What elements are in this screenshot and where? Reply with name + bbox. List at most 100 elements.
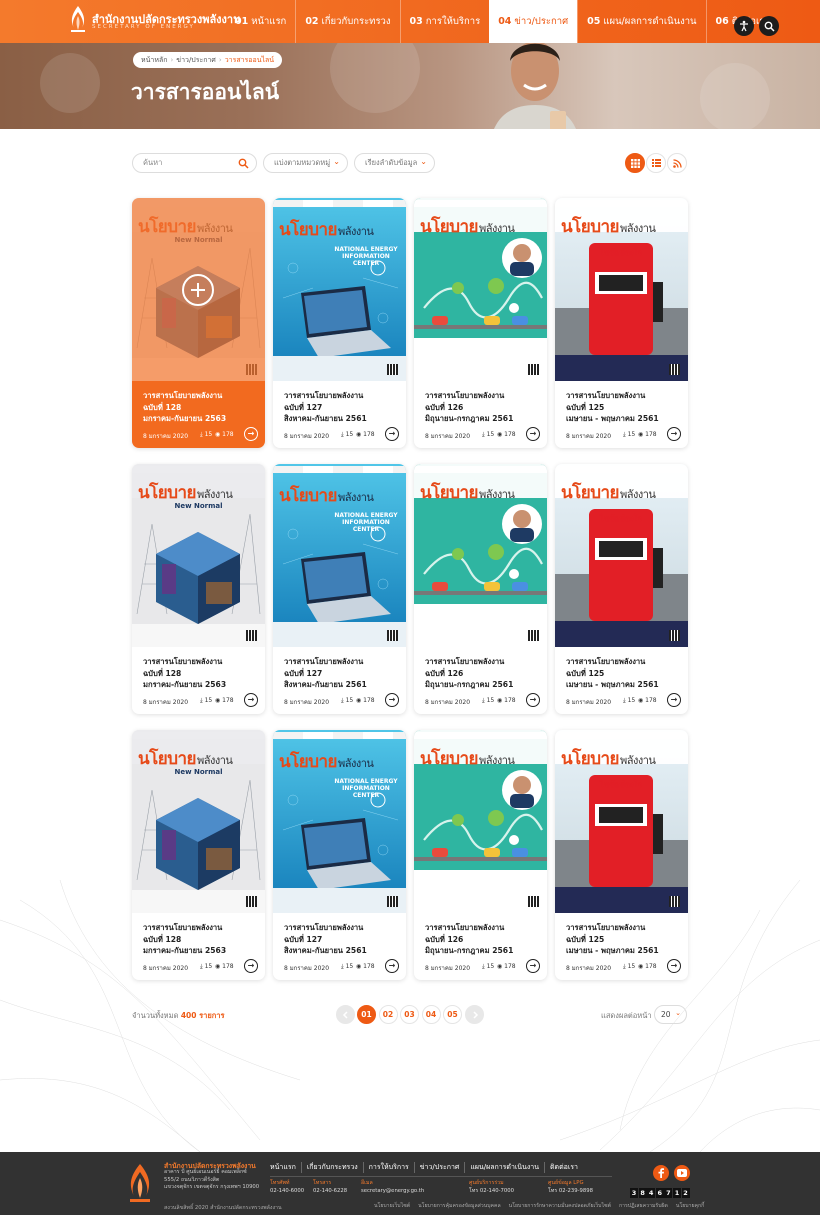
eye-icon: ◉ (638, 963, 644, 970)
cover-masthead: นโยบายพลังงาน (420, 745, 515, 772)
sort-select[interactable]: เรียงลำดับข้อมูล ⌄ (354, 153, 435, 173)
breadcrumb-news[interactable]: ข่าว/ประกาศ (176, 55, 216, 66)
journal-card[interactable]: นโยบายพลังงาน ไขข้อข้องใจ วารสารนโยบายพลัง… (555, 464, 688, 714)
footer-nav-item[interactable]: หน้าแรก (270, 1162, 301, 1173)
journal-title-line2: ฉบับที่ 125 (566, 668, 605, 678)
nav-item-1[interactable]: 01 หน้าแรก (226, 0, 295, 43)
contact-value[interactable]: secretary@energy.go.th (361, 1187, 424, 1195)
accessibility-icon[interactable] (734, 16, 754, 36)
journal-cover[interactable]: นโยบายพลังงาน ไขข้อข้องใจ (555, 730, 688, 913)
journal-card[interactable]: นโยบายพลังงาน NATIONAL ENERGY INFORMATION… (273, 464, 406, 714)
journal-card[interactable]: นโยบายพลังงาน ไขข้อข้องใจ วารสารนโยบายพลัง… (555, 198, 688, 448)
nav-item-4[interactable]: 04 ข่าว/ประกาศ (489, 0, 578, 43)
search-icon[interactable] (759, 16, 779, 36)
footer-policy-link[interactable]: นโยบายเว็บไซต์ (374, 1203, 410, 1209)
prev-page-button[interactable] (336, 1005, 355, 1024)
search-icon[interactable] (238, 158, 249, 169)
ministry-logo-icon[interactable] (66, 4, 90, 34)
journal-cover[interactable]: นโยบายพลังงาน ไขข้อข้องใจ (555, 464, 688, 647)
journal-info: วารสารนโยบายพลังงาน ฉบับที่ 128 มกราคม-กัน… (132, 381, 265, 448)
arrow-right-icon[interactable]: → (526, 427, 540, 441)
download-count: ⤓ 15 (482, 431, 494, 439)
arrow-left-icon (342, 1010, 348, 1019)
journal-cover[interactable]: นโยบายพลังงาน ไขข้อข้องใจ (555, 198, 688, 381)
footer-nav-item[interactable]: แผน/ผลการดำเนินงาน (464, 1162, 544, 1173)
journal-info: วารสารนโยบายพลังงาน ฉบับที่ 125 เมษายน - พ… (555, 381, 688, 448)
footer-policy-link[interactable]: การปฏิเสธความรับผิด (619, 1203, 668, 1209)
youtube-icon[interactable] (674, 1165, 690, 1181)
download-count-value: 15 (204, 697, 213, 704)
journal-title-line3: มิถุนายน-กรกฎาคม 2561 (425, 414, 514, 423)
arrow-right-icon[interactable]: → (667, 959, 681, 973)
page-button[interactable]: 03 (400, 1005, 419, 1024)
journal-cover[interactable]: นโยบายพลังงาน NATIONAL ENERGY INFORMATION… (273, 464, 406, 647)
page-button[interactable]: 04 (421, 1005, 441, 1024)
search-placeholder: ค้นหา (143, 158, 163, 167)
journal-card[interactable]: นโยบายพลังงาน วารสารนโยบายพลังงาน ฉบับที่ … (414, 464, 547, 714)
arrow-right-icon[interactable]: → (667, 427, 681, 441)
arrow-right-icon[interactable]: → (667, 693, 681, 707)
journal-card[interactable]: นโยบายพลังงาน วารสารนโยบายพลังงาน ฉบับที่ … (414, 198, 547, 448)
nav-item-3[interactable]: 03 การให้บริการ (399, 0, 490, 43)
journal-cover[interactable]: นโยบายพลังงานNew Normal (132, 730, 265, 913)
arrow-right-icon[interactable]: → (385, 693, 399, 707)
footer-nav-item[interactable]: ข่าว/ประกาศ (413, 1162, 465, 1173)
journal-cover[interactable]: นโยบายพลังงาน NATIONAL ENERGY INFORMATION… (273, 198, 406, 381)
arrow-right-icon[interactable]: → (385, 427, 399, 441)
journal-cover[interactable]: นโยบายพลังงาน NATIONAL ENERGY INFORMATION… (273, 730, 406, 913)
journal-card[interactable]: นโยบายพลังงานNew Normalวารสารนโยบายพลังง… (132, 730, 265, 980)
eye-icon: ◉ (215, 963, 221, 970)
footer-nav-item[interactable]: ติดต่อเรา (544, 1162, 583, 1173)
cover-tagline: ไขข้อข้องใจ (599, 780, 643, 789)
category-select[interactable]: แบ่งตามหมวดหมู่ ⌄ (263, 153, 348, 173)
page-button[interactable]: 01 (357, 1005, 376, 1024)
chevron-down-icon: ⌄ (333, 157, 340, 166)
facebook-icon[interactable] (653, 1165, 669, 1181)
contact-value[interactable]: 02-140-6000 (270, 1187, 304, 1195)
arrow-right-icon[interactable]: → (244, 693, 258, 707)
breadcrumb-home[interactable]: หน้าหลัก (141, 55, 167, 66)
footer-nav-item[interactable]: การให้บริการ (362, 1162, 414, 1173)
counter-digit: 2 (681, 1188, 690, 1198)
footer-policy-link[interactable]: นโยบายคุกกี้ (676, 1203, 704, 1209)
per-page-select[interactable]: 20 ⌄ (654, 1005, 687, 1024)
page-button[interactable]: 05 (443, 1005, 462, 1024)
journal-cover[interactable]: นโยบายพลังงานNew Normal (132, 198, 265, 381)
journal-cover[interactable]: นโยบายพลังงาน (414, 198, 547, 381)
journal-card[interactable]: นโยบายพลังงาน วารสารนโยบายพลังงาน ฉบับที่ … (414, 730, 547, 980)
journal-card[interactable]: นโยบายพลังงาน ไขข้อข้องใจ วารสารนโยบายพลัง… (555, 730, 688, 980)
contact-value[interactable]: โทร 02-239-9898 (548, 1187, 593, 1195)
arrow-right-icon[interactable]: → (385, 959, 399, 973)
page-button[interactable]: 02 (378, 1005, 398, 1024)
journal-cover[interactable]: นโยบายพลังงานNew Normal (132, 464, 265, 647)
journal-cover[interactable]: นโยบายพลังงาน (414, 464, 547, 647)
masthead-main: นโยบาย (420, 217, 479, 237)
counter-digit: 8 (638, 1188, 647, 1198)
nav-item-2[interactable]: 02 เกี่ยวกับกระทรวง (295, 0, 399, 43)
qr-code-icon (669, 630, 680, 641)
journal-meta: 8 มกราคม 2020 ⤓ 15 ◉ 178 → (284, 693, 399, 707)
view-count-value: 178 (645, 697, 657, 704)
plus-circle-icon[interactable] (182, 274, 214, 306)
grid-view-icon[interactable] (625, 153, 645, 173)
search-input[interactable]: ค้นหา (132, 153, 257, 173)
journal-card[interactable]: นโยบายพลังงานNew Normalวารสารนโยบายพลังง… (132, 464, 265, 714)
nav-item-5[interactable]: 05 แผน/ผลการดำเนินงาน (577, 0, 705, 43)
footer-nav-item[interactable]: เกี่ยวกับกระทรวง (300, 1162, 363, 1173)
journal-cover[interactable]: นโยบายพลังงาน (414, 730, 547, 913)
arrow-right-icon[interactable]: → (526, 693, 540, 707)
contact-value[interactable]: โทร 02-140-7000 (469, 1187, 514, 1195)
arrow-right-icon[interactable]: → (244, 959, 258, 973)
next-page-button[interactable] (465, 1005, 484, 1024)
list-view-icon[interactable] (646, 153, 666, 173)
rss-icon[interactable] (667, 153, 687, 173)
arrow-right-icon[interactable]: → (244, 427, 258, 441)
journal-card[interactable]: นโยบายพลังงาน NATIONAL ENERGY INFORMATION… (273, 198, 406, 448)
journal-card[interactable]: นโยบายพลังงานNew Normalวารสารนโยบายพลังง… (132, 198, 265, 448)
download-count-value: 15 (486, 697, 495, 704)
footer-policy-link[interactable]: นโยบายการคุ้มครองข้อมูลส่วนบุคคล (418, 1203, 501, 1209)
arrow-right-icon[interactable]: → (526, 959, 540, 973)
footer-policy-link[interactable]: นโยบายการรักษาความมั่นคงปลอดภัยเว็บไซต์ (509, 1203, 611, 1209)
journal-card[interactable]: นโยบายพลังงาน NATIONAL ENERGY INFORMATION… (273, 730, 406, 980)
footer-nav: หน้าแรก เกี่ยวกับกระทรวง การให้บริการ ข่าว/… (270, 1162, 583, 1173)
